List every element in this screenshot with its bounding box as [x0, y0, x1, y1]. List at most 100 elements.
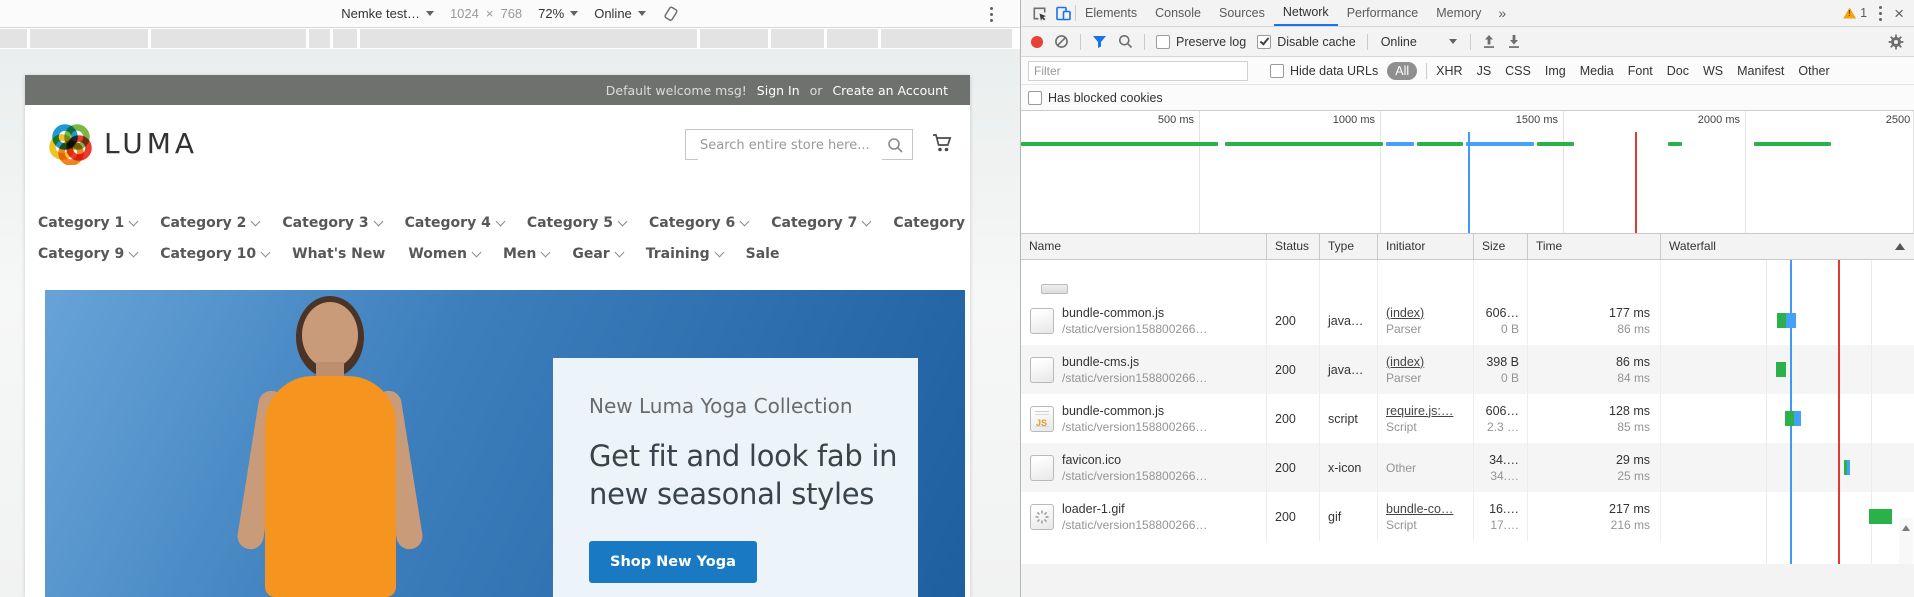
viewport-width-field[interactable]: 1024: [450, 6, 479, 21]
column-header-size[interactable]: Size: [1474, 234, 1528, 259]
record-icon[interactable]: [1031, 36, 1043, 48]
tab-sources[interactable]: Sources: [1210, 1, 1274, 25]
luma-logo[interactable]: LUMA: [49, 121, 198, 165]
devtools-menu-icon[interactable]: [1879, 12, 1882, 15]
disable-cache-checkbox[interactable]: Disable cache: [1257, 35, 1356, 49]
filter-type-media[interactable]: Media: [1580, 64, 1614, 78]
rotate-icon[interactable]: [662, 5, 679, 22]
hide-data-urls-checkbox[interactable]: Hide data URLs: [1270, 64, 1378, 78]
export-har-icon[interactable]: [1507, 34, 1521, 49]
network-overview-timeline[interactable]: 500 ms 1000 ms 1500 ms 2000 ms 2500 ms: [1021, 111, 1914, 234]
media-query-bar[interactable]: [0, 28, 1012, 49]
column-header-name[interactable]: Name: [1021, 234, 1267, 259]
create-account-link[interactable]: Create an Account: [832, 83, 948, 98]
table-row[interactable]: bundle-common.js/static/version158800266…: [1021, 394, 1914, 443]
nav-item-whats-new[interactable]: What's New: [292, 246, 385, 262]
tab-elements[interactable]: Elements: [1076, 1, 1146, 25]
request-time-sub: 86 ms: [1617, 321, 1650, 337]
filter-input[interactable]: [1028, 61, 1248, 81]
media-query-segment[interactable]: [360, 29, 697, 48]
media-query-segment[interactable]: [771, 29, 824, 48]
filter-type-img[interactable]: Img: [1545, 64, 1566, 78]
column-header-time[interactable]: Time: [1528, 234, 1661, 259]
initiator-link[interactable]: require.js:…: [1386, 403, 1473, 419]
nav-item-men[interactable]: Men: [503, 246, 549, 262]
table-row-partial[interactable]: [1021, 260, 1914, 296]
filter-type-manifest[interactable]: Manifest: [1737, 64, 1784, 78]
column-header-status[interactable]: Status: [1267, 234, 1320, 259]
nav-item-sale[interactable]: Sale: [746, 246, 780, 262]
nav-item-category-3[interactable]: Category 3: [282, 215, 381, 231]
tab-memory[interactable]: Memory: [1427, 1, 1490, 25]
media-query-segment[interactable]: [827, 29, 878, 48]
nav-item-category-9[interactable]: Category 9: [38, 246, 137, 262]
nav-item-category-2[interactable]: Category 2: [160, 215, 259, 231]
media-query-segment[interactable]: [881, 29, 1012, 48]
device-select[interactable]: Nemke test…: [341, 6, 434, 21]
filter-type-doc[interactable]: Doc: [1667, 64, 1689, 78]
has-blocked-cookies-checkbox[interactable]: Has blocked cookies: [1028, 91, 1163, 105]
throttling-select[interactable]: Online: [1379, 35, 1459, 49]
nav-item-category-10[interactable]: Category 10: [160, 246, 269, 262]
warning-badge[interactable]: 1: [1843, 6, 1867, 20]
filter-type-all[interactable]: All: [1387, 62, 1417, 80]
close-icon[interactable]: ×: [1894, 5, 1904, 22]
media-query-segment[interactable]: [0, 29, 27, 48]
import-har-icon[interactable]: [1482, 34, 1496, 49]
hero-banner[interactable]: New Luma Yoga Collection Get fit and loo…: [45, 290, 965, 597]
device-toolbar-menu-icon[interactable]: [990, 13, 993, 16]
initiator-link[interactable]: (index): [1386, 354, 1473, 370]
filter-type-css[interactable]: CSS: [1505, 64, 1531, 78]
nav-item-category-7[interactable]: Category 7: [771, 215, 870, 231]
media-query-segment[interactable]: [309, 29, 330, 48]
filter-type-xhr[interactable]: XHR: [1436, 64, 1462, 78]
sign-in-link[interactable]: Sign In: [757, 83, 800, 98]
more-tabs-icon[interactable]: »: [1490, 5, 1514, 21]
device-toolbar-toggle-icon[interactable]: [1051, 1, 1075, 25]
nav-item-category-5[interactable]: Category 5: [527, 215, 626, 231]
request-size: 34.…: [1489, 452, 1519, 468]
filter-icon[interactable]: [1092, 35, 1107, 49]
media-query-segment[interactable]: [333, 29, 357, 48]
preserve-log-checkbox[interactable]: Preserve log: [1156, 35, 1246, 49]
device-throttling-select[interactable]: Online: [594, 6, 646, 21]
table-row[interactable]: loader-1.gif/static/version158800266… 20…: [1021, 492, 1914, 541]
tab-network[interactable]: Network: [1274, 0, 1338, 26]
media-query-segment[interactable]: [30, 29, 148, 48]
nav-item-category-4[interactable]: Category 4: [405, 215, 504, 231]
initiator-link[interactable]: bundle-co…: [1386, 501, 1473, 517]
column-header-type[interactable]: Type: [1320, 234, 1378, 259]
tab-console[interactable]: Console: [1146, 1, 1210, 25]
zoom-select[interactable]: 72%: [538, 6, 578, 21]
initiator-link[interactable]: (index): [1386, 305, 1473, 321]
nav-item-gear[interactable]: Gear: [572, 246, 622, 262]
column-header-waterfall[interactable]: Waterfall: [1661, 234, 1914, 259]
viewport-height-field[interactable]: 768: [500, 6, 522, 21]
nav-item-category-1[interactable]: Category 1: [38, 215, 137, 231]
filter-type-js[interactable]: JS: [1477, 64, 1492, 78]
tab-performance[interactable]: Performance: [1338, 1, 1428, 25]
search-input[interactable]: [698, 131, 882, 160]
scrollbar-up-icon[interactable]: [1902, 525, 1910, 531]
search-icon[interactable]: [887, 137, 904, 158]
gear-icon[interactable]: [1888, 34, 1904, 50]
table-row[interactable]: bundle-cms.js/static/version158800266… 2…: [1021, 345, 1914, 394]
filter-type-other[interactable]: Other: [1798, 64, 1829, 78]
table-row[interactable]: bundle-common.js/static/version158800266…: [1021, 296, 1914, 345]
column-header-initiator[interactable]: Initiator: [1378, 234, 1474, 259]
filter-type-ws[interactable]: WS: [1703, 64, 1723, 78]
nav-item-training[interactable]: Training: [646, 246, 723, 262]
table-row[interactable]: favicon.ico/static/version158800266… 200…: [1021, 443, 1914, 492]
nav-item-women[interactable]: Women: [408, 246, 480, 262]
search-icon[interactable]: [1118, 34, 1133, 49]
cart-icon[interactable]: [931, 132, 953, 158]
scrollbar[interactable]: [1899, 518, 1913, 564]
clear-icon[interactable]: [1054, 34, 1069, 49]
filter-type-font[interactable]: Font: [1628, 64, 1653, 78]
nav-item-category-8[interactable]: Category 8: [893, 215, 970, 231]
media-query-segment[interactable]: [151, 29, 306, 48]
shop-new-yoga-button[interactable]: Shop New Yoga: [589, 541, 757, 583]
media-query-segment[interactable]: [700, 29, 768, 48]
nav-item-category-6[interactable]: Category 6: [649, 215, 748, 231]
inspect-element-icon[interactable]: [1027, 1, 1051, 25]
